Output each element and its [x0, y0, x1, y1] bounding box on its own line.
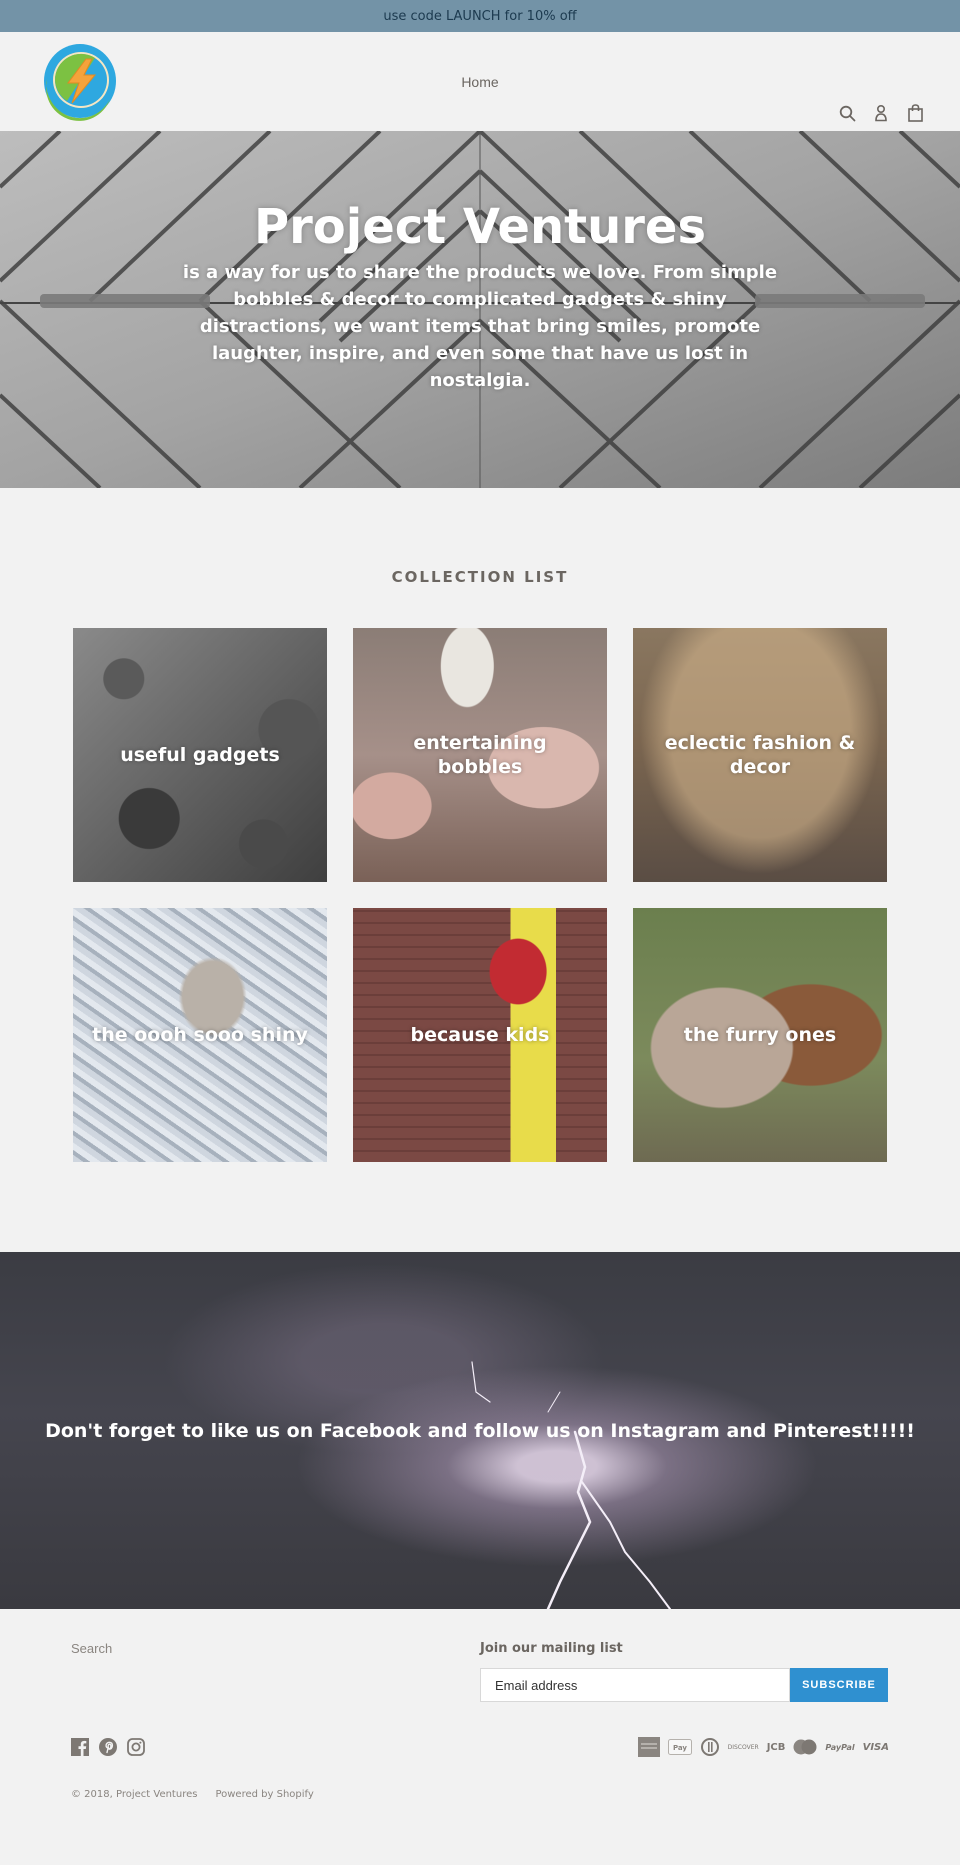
copyright-link[interactable]: © 2018, Project Ventures	[71, 1789, 197, 1800]
announcement-text: use code LAUNCH for 10% off	[383, 8, 577, 24]
hero-banner: Project Ventures is a way for us to shar…	[0, 131, 960, 488]
hero-text: is a way for us to share the products we…	[182, 262, 778, 392]
banner-text: Don't forget to like us on Facebook and …	[45, 1419, 915, 1442]
section-title: COLLECTION LIST	[391, 568, 569, 586]
collection-list-section: COLLECTION LIST useful gadgets entertain…	[0, 488, 960, 1252]
logo-icon	[44, 44, 116, 121]
pinterest-icon[interactable]	[99, 1738, 117, 1756]
footer-top: Search Join our mailing list SUBSCRIBE	[71, 1641, 889, 1702]
collection-label: the oooh sooo shiny	[92, 1024, 308, 1046]
footer-bottom: Pay DISCOVER JCB PayPal VISA	[71, 1737, 889, 1757]
newsletter-form: SUBSCRIBE	[480, 1668, 888, 1702]
social-links	[71, 1738, 145, 1756]
collection-card-entertaining-bobbles[interactable]: entertaining bobbles	[353, 628, 607, 882]
apple-pay-icon: Pay	[667, 1738, 692, 1756]
site-footer: Search Join our mailing list SUBSCRIBE P…	[0, 1609, 960, 1862]
footer-link-search[interactable]: Search	[71, 1641, 480, 1702]
nav-home[interactable]: Home	[461, 74, 498, 90]
search-icon[interactable]	[838, 104, 856, 122]
hero-title: Project Ventures	[253, 198, 707, 255]
instagram-icon[interactable]	[127, 1738, 145, 1756]
jcb-icon: JCB	[766, 1741, 786, 1753]
hero-content: Project Ventures is a way for us to shar…	[0, 131, 960, 488]
svg-text:Pay: Pay	[673, 1744, 687, 1752]
paypal-icon: PayPal	[825, 1742, 855, 1752]
main-nav: Home	[0, 32, 960, 131]
facebook-icon[interactable]	[71, 1738, 89, 1756]
collection-card-eclectic-fashion[interactable]: eclectic fashion & decor	[633, 628, 887, 882]
collection-card-furry-ones[interactable]: the furry ones	[633, 908, 887, 1162]
diners-club-icon	[700, 1738, 720, 1756]
cart-icon[interactable]	[906, 104, 924, 122]
collection-card-because-kids[interactable]: because kids	[353, 908, 607, 1162]
social-banner: Don't forget to like us on Facebook and …	[0, 1252, 960, 1609]
collection-label: eclectic fashion & decor	[664, 732, 856, 778]
announcement-bar: use code LAUNCH for 10% off	[0, 0, 960, 32]
mailing-list: Join our mailing list SUBSCRIBE	[480, 1641, 888, 1702]
copyright: © 2018, Project Ventures Powered by Shop…	[71, 1789, 314, 1800]
collection-label: entertaining bobbles	[413, 732, 547, 778]
subscribe-button[interactable]: SUBSCRIBE	[790, 1668, 888, 1702]
amex-icon	[637, 1737, 660, 1757]
site-header: Home	[0, 32, 960, 131]
collection-card-oooh-sooo-shiny[interactable]: the oooh sooo shiny	[73, 908, 327, 1162]
collection-label: the furry ones	[683, 1024, 837, 1046]
payment-icons: Pay DISCOVER JCB PayPal VISA	[637, 1737, 889, 1757]
visa-icon: VISA	[862, 1741, 889, 1753]
logo-link[interactable]	[40, 43, 118, 121]
mastercard-icon	[793, 1738, 817, 1756]
mailing-title: Join our mailing list	[480, 1641, 623, 1656]
account-icon[interactable]	[872, 104, 890, 122]
collection-card-useful-gadgets[interactable]: useful gadgets	[73, 628, 327, 882]
powered-by-link[interactable]: Powered by Shopify	[215, 1789, 313, 1800]
collection-label: useful gadgets	[120, 744, 280, 766]
discover-icon: DISCOVER	[727, 1743, 759, 1751]
header-icons	[838, 104, 924, 122]
email-field[interactable]	[480, 1668, 790, 1702]
collection-grid: useful gadgets entertaining bobbles ecle…	[73, 628, 887, 1162]
collection-label: because kids	[410, 1024, 550, 1046]
